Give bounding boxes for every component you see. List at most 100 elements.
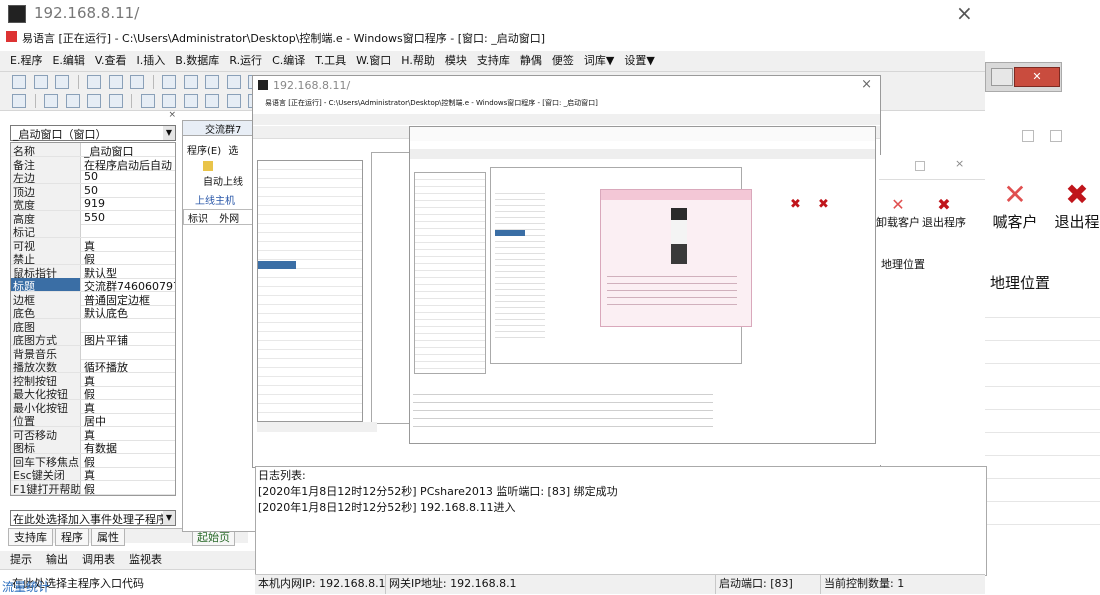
grid-icon[interactable] <box>183 94 198 108</box>
align-left-icon[interactable] <box>12 94 26 108</box>
property-row[interactable]: 左边 50 <box>11 170 175 184</box>
output-tool[interactable]: 监视表 <box>129 553 162 566</box>
close-icon[interactable]: ✕ <box>1014 67 1060 87</box>
undo-icon[interactable] <box>162 75 176 89</box>
chevron-down-icon[interactable]: ▼ <box>163 511 175 525</box>
open-file-icon[interactable] <box>33 75 48 89</box>
cut-icon[interactable] <box>87 75 101 89</box>
window-combo[interactable]: _启动窗口（窗口） ▼ <box>10 125 176 141</box>
panel-tab[interactable]: 程序 <box>55 529 89 546</box>
property-row[interactable]: 标题 交流群746060797 <box>11 278 175 293</box>
property-row[interactable]: 最小化按钮真 <box>11 399 175 415</box>
designer-auto-online[interactable]: 自动上线 <box>183 161 255 188</box>
property-row[interactable]: 回车下移焦点假 <box>11 453 175 469</box>
property-row[interactable]: 底图方式 图片平铺 <box>11 332 175 347</box>
far-exit-button[interactable]: ✖ 退出程 <box>1047 178 1100 232</box>
grid-icon[interactable] <box>226 94 241 108</box>
output-tool[interactable]: 输出 <box>46 553 68 566</box>
property-row[interactable]: 边框 普通固定边框 <box>11 291 175 307</box>
panel-tab[interactable]: 支持库 <box>8 529 53 546</box>
menu-item[interactable]: C.编译 <box>272 54 305 67</box>
designer-menu-program[interactable]: 程序(E) <box>187 146 221 157</box>
menu-item[interactable]: 静偶 <box>520 54 542 67</box>
property-row[interactable]: 高度 550 <box>11 210 175 225</box>
close-icon[interactable]: × <box>955 157 964 170</box>
new-file-icon[interactable] <box>12 75 26 89</box>
align-bottom-icon[interactable] <box>108 94 123 108</box>
property-row[interactable]: 标记 <box>11 224 175 238</box>
designer-menu-select[interactable]: 选 <box>228 146 238 157</box>
property-row[interactable]: 底图 <box>11 318 175 333</box>
property-row[interactable]: 顶边 50 <box>11 183 175 198</box>
menu-item[interactable]: I.插入 <box>137 54 166 67</box>
exit-program-button[interactable]: ✖ 退出程序 <box>921 195 967 230</box>
save-icon[interactable] <box>55 75 69 89</box>
menu-item[interactable]: 支持库 <box>477 54 510 67</box>
property-row[interactable]: 最大化按钮假 <box>11 386 175 401</box>
far-download-button[interactable]: ✕ 嘁客户 <box>985 178 1045 232</box>
property-value[interactable]: 550 <box>84 211 175 224</box>
rdp-close-button[interactable]: × <box>956 1 973 25</box>
property-row[interactable]: F1键打开帮助假 <box>11 480 175 497</box>
align-top-icon[interactable] <box>87 94 101 108</box>
run-icon[interactable] <box>226 75 241 89</box>
paste-icon[interactable] <box>130 75 144 89</box>
output-tool[interactable]: 调用表 <box>82 553 115 566</box>
align-center-icon[interactable] <box>44 94 58 108</box>
property-value[interactable]: 假 <box>84 481 175 497</box>
uninstall-client-button[interactable]: ✕ 卸载客户 <box>875 195 921 230</box>
menu-item[interactable]: 设置▼ <box>624 54 654 67</box>
property-row[interactable]: 背景音乐 <box>11 345 175 360</box>
find-icon[interactable] <box>205 75 219 89</box>
property-row[interactable]: 备注 在程序启动后自动 <box>11 156 175 172</box>
x-icon[interactable]: ✖ <box>790 197 801 212</box>
align-right-icon[interactable] <box>65 94 80 108</box>
nested-close-button[interactable]: × <box>861 77 872 92</box>
property-row[interactable]: 位置 居中 <box>11 413 175 428</box>
same-height-icon[interactable] <box>162 94 176 108</box>
divider <box>34 94 36 108</box>
property-value[interactable]: 50 <box>84 184 175 197</box>
menu-item[interactable]: T.工具 <box>315 54 346 67</box>
menu-item[interactable]: V.查看 <box>95 54 127 67</box>
menu-item[interactable]: B.数据库 <box>175 54 219 67</box>
output-tool[interactable]: 提示 <box>10 553 32 566</box>
panel-tab[interactable]: 属性 <box>91 529 125 546</box>
property-row[interactable]: 宽度 919 <box>11 197 175 211</box>
menu-item[interactable]: W.窗口 <box>356 54 391 67</box>
menu-item[interactable]: R.运行 <box>229 54 262 67</box>
menu-item[interactable]: 便签 <box>552 54 574 67</box>
same-width-icon[interactable] <box>140 94 155 108</box>
property-row[interactable]: 可否移动真 <box>11 426 175 442</box>
property-row[interactable]: 播放次数 循环播放 <box>11 359 175 374</box>
log-title: 日志列表: <box>258 469 306 482</box>
copy-icon[interactable] <box>108 75 123 89</box>
menu-item[interactable]: E.程序 <box>10 54 42 67</box>
right-app-titlebar: × <box>879 155 985 180</box>
property-row[interactable]: 可视真 <box>11 237 175 253</box>
restore-icon[interactable] <box>991 68 1013 86</box>
property-value[interactable]: 919 <box>84 197 175 210</box>
property-row[interactable]: 控制按钮真 <box>11 372 175 388</box>
property-row[interactable]: 名称 _启动窗口 <box>11 143 175 158</box>
menu-item[interactable]: 模块 <box>445 54 467 67</box>
chevron-down-icon[interactable]: ▼ <box>163 126 175 140</box>
event-combo[interactable]: 在此处选择加入事件处理子程序 ▼ <box>10 510 176 526</box>
redo-icon[interactable] <box>183 75 198 89</box>
property-row[interactable]: 禁止假 <box>11 251 175 266</box>
property-row[interactable]: Esc键关闭真 <box>11 467 175 482</box>
grid-icon[interactable] <box>205 94 219 108</box>
maximize-icon[interactable] <box>1022 130 1034 142</box>
menu-item[interactable]: E.编辑 <box>52 54 84 67</box>
property-row[interactable]: 鼠标指针 默认型 <box>11 264 175 280</box>
menu-item[interactable]: 词库▼ <box>584 54 614 67</box>
panel-close-icon[interactable]: × <box>168 111 176 120</box>
property-key: 标记 <box>11 224 81 237</box>
property-row[interactable]: 图标 有数据 <box>11 440 175 455</box>
property-value[interactable]: 50 <box>84 170 175 183</box>
online-tab[interactable]: 上线主机 <box>195 192 255 207</box>
minimize-icon[interactable] <box>915 161 925 171</box>
property-row[interactable]: 底色 默认底色 <box>11 305 175 320</box>
x-icon[interactable]: ✖ <box>818 197 829 212</box>
menu-item[interactable]: H.帮助 <box>401 54 435 67</box>
